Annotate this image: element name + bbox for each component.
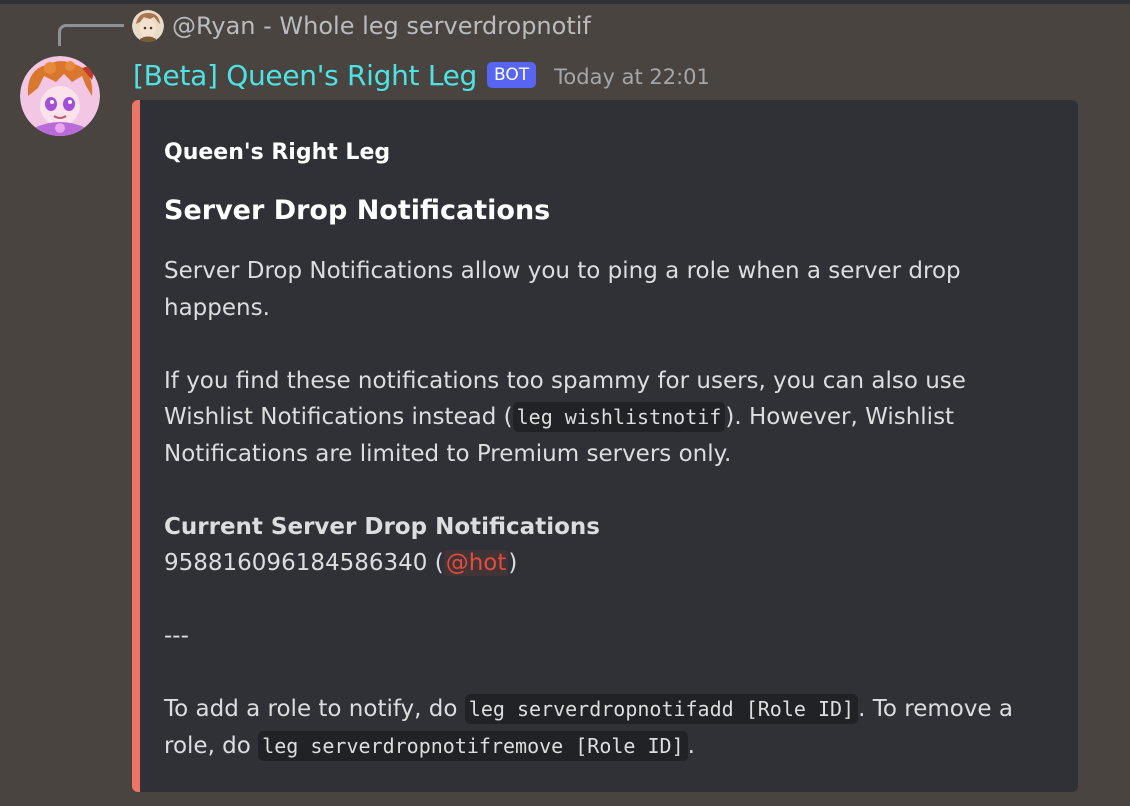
divider-text: --- (164, 623, 189, 649)
reply-author[interactable]: @Ryan (172, 12, 255, 40)
code-wishlistnotif: leg wishlistnotif (512, 402, 726, 432)
role-open-paren: ( (427, 550, 444, 576)
reply-avatar[interactable] (132, 10, 164, 42)
role-close-paren: ) (508, 550, 518, 576)
embed-title: Server Drop Notifications (164, 195, 551, 226)
embed-paragraph-1: Server Drop Notifications allow you to p… (164, 258, 961, 321)
p4-text-start: To add a role to notify, do (164, 696, 465, 722)
username[interactable]: [Beta] Queen's Right Leg (133, 59, 477, 92)
code-serverdropnotifremove: leg serverdropnotifremove [Role ID] (258, 730, 688, 761)
reply-content: Whole leg serverdropnotif (279, 12, 591, 40)
reply-preview[interactable]: @Ryan - Whole leg serverdropnotif (172, 10, 591, 42)
embed-author: Queen's Right Leg (164, 140, 391, 165)
avatar[interactable] (20, 56, 100, 136)
timestamp[interactable]: Today at 22:01 (554, 65, 710, 89)
message-header: [Beta] Queen's Right Leg BOT Today at 22… (133, 56, 710, 94)
role-mention[interactable]: @hot (443, 550, 509, 576)
reply-spine (58, 24, 124, 46)
p4-text-end: . (687, 732, 695, 759)
embed-paragraph-2: If you find these notifications too spam… (164, 363, 1054, 473)
role-id: 958816096184586340 (164, 550, 428, 576)
embed: Queen's Right Leg Server Drop Notificati… (132, 100, 1078, 792)
top-border (0, 0, 1130, 4)
bot-tag: BOT (487, 62, 537, 88)
embed-paragraph-4: To add a role to notify, do leg serverdr… (164, 691, 1054, 764)
code-serverdropnotifadd: leg serverdropnotifadd [Role ID] (464, 694, 859, 724)
current-notifications-heading: Current Server Drop Notifications (164, 513, 600, 540)
role-entry: 958816096184586340 (@hot) (164, 545, 1054, 582)
embed-description: Server Drop Notifications allow you to p… (164, 253, 1054, 764)
reply-separator: - (255, 12, 280, 40)
